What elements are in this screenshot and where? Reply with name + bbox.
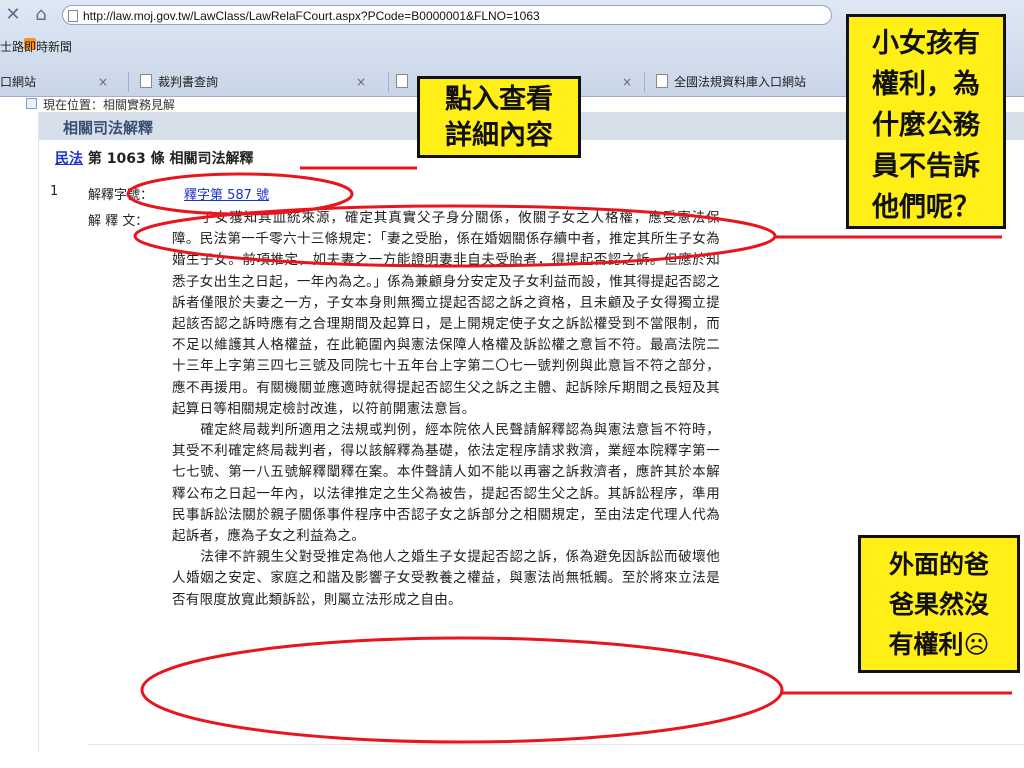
favorite-item[interactable]: 士路 (0, 38, 24, 55)
home-icon[interactable]: ⌂ (30, 4, 52, 26)
paragraph: 子女獲知其血統來源，確定其真實父子身分關係，攸關子女之人格權，應受憲法保障。民法… (172, 210, 720, 417)
interpretation-text: 子女獲知其血統來源，確定其真實父子身分關係，攸關子女之人格權，應受憲法保障。民法… (172, 208, 720, 611)
tab-law-database[interactable]: 全國法規資料庫入口網站 (656, 70, 806, 94)
page-icon (396, 74, 408, 88)
paragraph: 確定終局裁判所適用之法規或判例，經本院依人民聲請解釋認為與憲法意旨不符時，其受不… (172, 422, 720, 545)
page-icon (140, 74, 152, 88)
page-icon (656, 74, 668, 88)
callout-child-rights: 小女孩有 權利，為 什麼公務 員不告訴 他們呢？ (846, 14, 1006, 229)
tab-divider (644, 72, 645, 92)
interpretation-link[interactable]: 釋字第 587 號 (184, 184, 269, 203)
address-bar[interactable]: http://law.moj.gov.tw/LawClass/LawRelaFC… (62, 5, 832, 25)
interpretation-no-label: 解釋字號： (88, 188, 154, 203)
tab-divider (128, 72, 129, 92)
tab-portal[interactable]: 口網站 × (0, 70, 108, 94)
law-subtitle: 民法 第 1063 條 相關司法解釋 (55, 151, 254, 167)
tab-close-icon[interactable]: × (622, 75, 632, 89)
location-icon (26, 98, 37, 109)
paragraph: 法律不許親生父對受推定為他人之婚生子女提起否認之訴，係為避免因訴訟而破壞他人婚姻… (172, 549, 720, 608)
address-text: http://law.moj.gov.tw/LawClass/LawRelaFC… (83, 9, 540, 23)
tab-close-icon[interactable]: × (98, 75, 108, 89)
callout-click-details: 點入查看 詳細內容 (417, 76, 581, 158)
breadcrumb: 現在位置：相關實務見解 (26, 96, 175, 113)
callout-father-rights: 外面的爸 爸果然沒 有權利☹ (858, 535, 1020, 673)
interpretation-text-label: 解 釋 文： (88, 214, 149, 229)
panel-title: 相關司法解釋 (63, 119, 154, 137)
divider (88, 744, 1024, 745)
close-icon[interactable]: ✕ (2, 4, 24, 26)
page-icon (68, 10, 78, 22)
law-link[interactable]: 民法 (55, 151, 83, 167)
tab-divider (388, 72, 389, 92)
tab-judgment-search[interactable]: 裁判書查詢 × (140, 70, 366, 94)
tab-close-icon[interactable]: × (356, 75, 366, 89)
entry-number: 1 (50, 184, 59, 199)
